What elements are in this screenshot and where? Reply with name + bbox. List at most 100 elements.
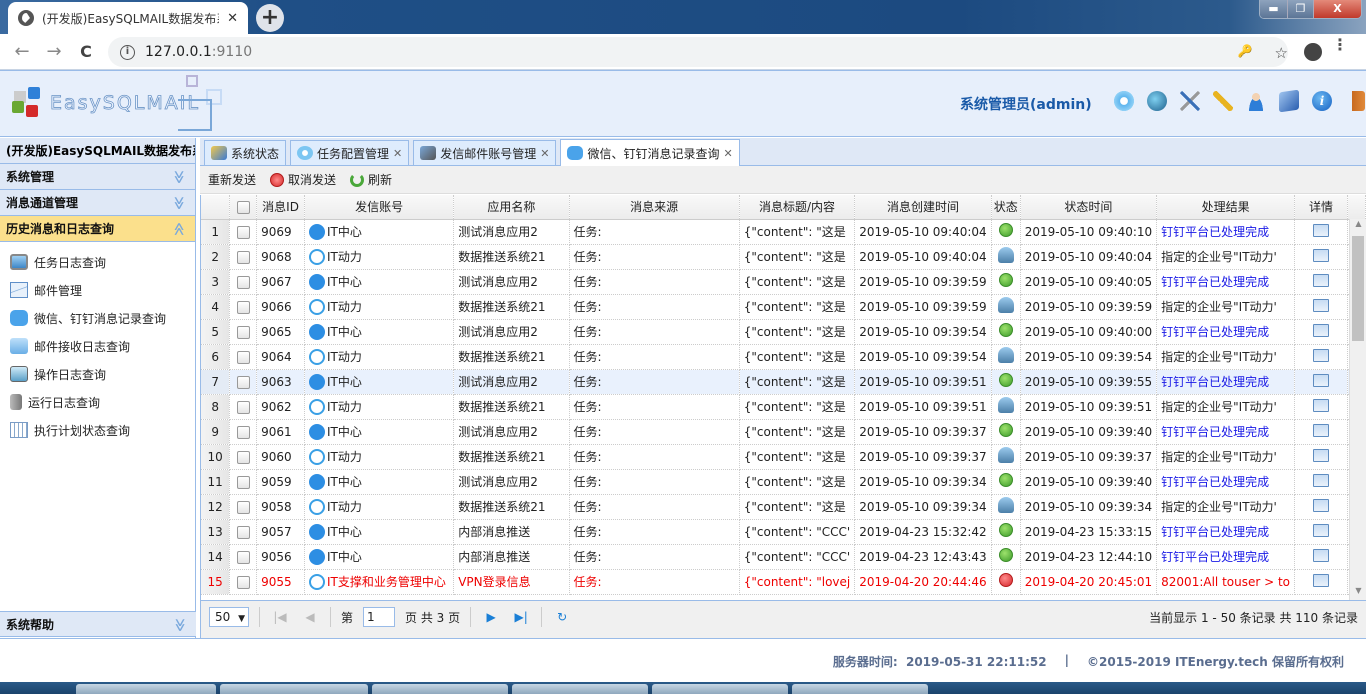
col-app[interactable]: 应用名称	[453, 195, 570, 220]
sidebar-item-operation-log[interactable]: 操作日志查询	[0, 360, 195, 388]
sidebar-section-system[interactable]: 系统管理 ≫	[0, 164, 195, 190]
detail-view-icon[interactable]	[1313, 273, 1330, 287]
cell-detail[interactable]	[1294, 269, 1349, 295]
row-select[interactable]	[229, 219, 258, 245]
row-checkbox[interactable]	[236, 225, 250, 239]
cell-detail[interactable]	[1294, 219, 1349, 245]
row-checkbox[interactable]	[236, 375, 250, 389]
cell-detail[interactable]	[1294, 519, 1349, 545]
cell-detail[interactable]	[1294, 419, 1349, 445]
refresh-button[interactable]: 刷新	[350, 171, 392, 188]
scroll-down-icon[interactable]: ▼	[1350, 586, 1366, 600]
row-checkbox[interactable]	[236, 350, 250, 364]
row-checkbox[interactable]	[236, 400, 250, 414]
cell-detail[interactable]	[1294, 469, 1349, 495]
detail-view-icon[interactable]	[1313, 323, 1330, 337]
row-checkbox[interactable]	[236, 250, 250, 264]
row-select[interactable]	[229, 494, 258, 520]
minimize-button[interactable]: ▬	[1260, 0, 1288, 18]
detail-view-icon[interactable]	[1313, 548, 1330, 562]
prev-page-button[interactable]: ◀	[300, 610, 320, 624]
close-window-button[interactable]: X	[1314, 0, 1361, 18]
sidebar-item-schedule-status[interactable]: 执行计划状态查询	[0, 416, 195, 444]
taskbar-item[interactable]	[372, 684, 508, 694]
cell-detail[interactable]	[1294, 494, 1349, 520]
row-checkbox[interactable]	[236, 425, 250, 439]
col-status[interactable]: 状态	[991, 195, 1021, 220]
row-checkbox[interactable]	[236, 550, 250, 564]
row-select[interactable]	[229, 244, 258, 270]
page-size-select[interactable]: 50 ▼	[209, 607, 249, 627]
detail-view-icon[interactable]	[1313, 573, 1330, 587]
row-checkbox[interactable]	[236, 525, 250, 539]
info-icon[interactable]: i	[120, 44, 135, 60]
row-select[interactable]	[229, 319, 258, 345]
table-row[interactable]: 6 9064 IT动力 数据推送系统21 任务: {"content": "这是 2019-…	[201, 344, 1366, 370]
table-row[interactable]: 3 9067 IT中心 测试消息应用2 任务: {"content": "这是 2019-0…	[201, 269, 1366, 295]
close-icon[interactable]: ✕	[393, 147, 402, 160]
detail-view-icon[interactable]	[1313, 448, 1330, 462]
table-row[interactable]: 2 9068 IT动力 数据推送系统21 任务: {"content": "这是 2019-…	[201, 244, 1366, 270]
profile-icon[interactable]	[1304, 43, 1322, 61]
sidebar-section-help[interactable]: 系统帮助 ≫	[0, 611, 196, 637]
cell-detail[interactable]	[1294, 244, 1349, 270]
col-content[interactable]: 消息标题/内容	[739, 195, 856, 220]
cell-detail[interactable]	[1294, 569, 1349, 595]
cell-detail[interactable]	[1294, 394, 1349, 420]
row-checkbox[interactable]	[236, 475, 250, 489]
detail-view-icon[interactable]	[1313, 223, 1330, 237]
select-all-checkbox[interactable]	[236, 200, 250, 214]
col-created[interactable]: 消息创建时间	[854, 195, 992, 220]
taskbar-item[interactable]	[792, 684, 928, 694]
sidebar-section-history[interactable]: 历史消息和日志查询 ≪	[0, 216, 195, 242]
sidebar-item-im-log[interactable]: 微信、钉钉消息记录查询	[0, 304, 195, 332]
table-row[interactable]: 5 9065 IT中心 测试消息应用2 任务: {"content": "这是 2019-0…	[201, 319, 1366, 345]
vertical-scrollbar[interactable]: ▲ ▼	[1349, 219, 1366, 600]
table-row[interactable]: 11 9059 IT中心 测试消息应用2 任务: {"content": "这是 2019-…	[201, 469, 1366, 495]
row-select[interactable]	[229, 419, 258, 445]
detail-view-icon[interactable]	[1313, 398, 1330, 412]
sidebar-section-channels[interactable]: 消息通道管理 ≫	[0, 190, 195, 216]
key-icon[interactable]: 🔑	[1238, 44, 1253, 62]
row-checkbox[interactable]	[236, 500, 250, 514]
col-result[interactable]: 处理结果	[1156, 195, 1296, 220]
tools-icon[interactable]	[1180, 91, 1200, 111]
reload-page-button[interactable]: ↻	[552, 610, 572, 624]
first-page-button[interactable]: |◀	[270, 610, 290, 624]
user-icon[interactable]	[1246, 91, 1266, 111]
col-detail[interactable]: 详情	[1294, 195, 1349, 220]
sidebar-item-task-log[interactable]: 任务日志查询	[0, 248, 195, 276]
cell-detail[interactable]	[1294, 544, 1349, 570]
row-checkbox[interactable]	[236, 325, 250, 339]
tab-mail-accounts[interactable]: 发信邮件账号管理 ✕	[413, 140, 557, 165]
detail-view-icon[interactable]	[1313, 498, 1330, 512]
close-icon[interactable]: ✕	[540, 147, 549, 160]
resend-button[interactable]: 重新发送	[208, 171, 256, 188]
row-select[interactable]	[229, 544, 258, 570]
detail-view-icon[interactable]	[1313, 248, 1330, 262]
row-checkbox[interactable]	[236, 275, 250, 289]
row-checkbox[interactable]	[236, 575, 250, 589]
row-select[interactable]	[229, 519, 258, 545]
cell-detail[interactable]	[1294, 294, 1349, 320]
table-row[interactable]: 1 9069 IT中心 测试消息应用2 任务: {"content": "这是 2019-0…	[201, 219, 1366, 245]
detail-view-icon[interactable]	[1313, 348, 1330, 362]
page-number-input[interactable]: 1	[363, 607, 396, 627]
close-tab-icon[interactable]: ✕	[227, 11, 238, 26]
info-icon[interactable]: i	[1312, 91, 1332, 111]
table-row[interactable]: 4 9066 IT动力 数据推送系统21 任务: {"content": "这是 2019-…	[201, 294, 1366, 320]
forward-button[interactable]: →	[42, 40, 66, 64]
table-row[interactable]: 10 9060 IT动力 数据推送系统21 任务: {"content": "这是 2019…	[201, 444, 1366, 470]
table-row[interactable]: 15 9055 IT支撑和业务管理中心 VPN登录信息 任务: {"content": "…	[201, 569, 1366, 595]
browser-tab[interactable]: (开发版)EasySQLMAIL数据发布系 ✕	[8, 2, 248, 34]
url-input[interactable]: i 127.0.0.1:9110	[108, 37, 1288, 67]
col-status-time[interactable]: 状态时间	[1020, 195, 1158, 220]
table-row[interactable]: 14 9056 IT中心 内部消息推送 任务: {"content": "CCC' 2019…	[201, 544, 1366, 570]
reload-button[interactable]: C	[74, 40, 98, 64]
col-msg-id[interactable]: 消息ID	[256, 195, 306, 220]
row-select[interactable]	[229, 569, 258, 595]
box-icon[interactable]	[1279, 89, 1299, 113]
table-row[interactable]: 9 9061 IT中心 测试消息应用2 任务: {"content": "这是 2019-0…	[201, 419, 1366, 445]
back-button[interactable]: ←	[10, 40, 34, 64]
row-select[interactable]	[229, 369, 258, 395]
